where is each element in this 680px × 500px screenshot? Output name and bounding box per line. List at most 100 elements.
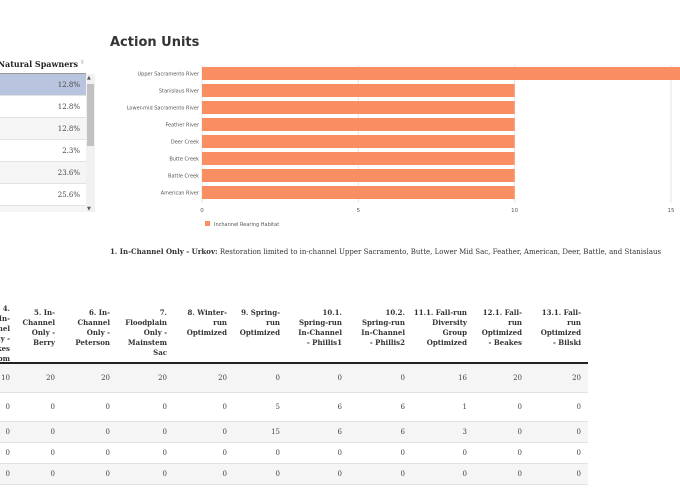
column-header-line: Spring-run <box>361 318 405 327</box>
table-cell: 16 <box>458 374 467 382</box>
table-cell: 0 <box>275 470 280 478</box>
table-cell: 20 <box>572 374 581 382</box>
column-header[interactable]: 13.1. Fall-run Optimized - Bilski <box>525 308 581 348</box>
table-cell: 0 <box>5 470 10 478</box>
table-cell: 0 <box>400 449 405 457</box>
table-cell: 5 <box>275 403 280 411</box>
table-cell: 0 <box>275 374 280 382</box>
column-header-line: Channel <box>77 318 111 327</box>
column-header[interactable]: 8. Winter-run Optimized <box>173 308 227 338</box>
table-cell: 0 <box>5 449 10 457</box>
bar[interactable] <box>202 152 515 165</box>
table-cell: 20 <box>46 374 55 382</box>
column-header[interactable]: 5. In- Channel Only - Berry <box>5 308 56 348</box>
column-header-line: Optimized <box>481 328 522 337</box>
column-header[interactable]: 9. Spring-run Optimized <box>228 308 280 338</box>
column-header[interactable]: 10.2. Spring-run In-Channel - Phillis2 <box>347 308 405 348</box>
bar[interactable] <box>202 186 515 199</box>
x-tick-label: 0 <box>200 208 204 214</box>
column-header-line: Berry <box>33 338 55 347</box>
column-header-line: 12.1. Fall- <box>482 308 522 317</box>
column-header-line: run <box>266 318 280 327</box>
table-row[interactable]: 0 0 0 0 0 15 6 6 3 0 0 <box>0 422 588 443</box>
column-header-line: - Phillis1 <box>306 338 342 347</box>
column-header-line: 10.1. <box>322 308 343 317</box>
table-cell: 0 <box>222 449 227 457</box>
strategy-note: 1. In-Channel Only - Urkov: Restoration … <box>110 247 661 256</box>
chart-title: Action Units <box>110 35 200 50</box>
bar[interactable] <box>202 84 515 97</box>
column-header[interactable]: 12.1. Fall-run Optimized - Beakes <box>470 308 522 348</box>
table-cell: 0 <box>105 403 110 411</box>
column-header-line: Only - <box>31 328 55 337</box>
table-row[interactable]: 10 20 20 20 20 0 0 0 16 20 20 <box>0 364 588 393</box>
table-cell: 0 <box>337 470 342 478</box>
column-header-line: 11.1. Fall-run <box>413 308 467 317</box>
column-header[interactable]: 7. Floodplain Only - Mainstem Sac <box>115 308 167 358</box>
table-cell: 0 <box>162 403 167 411</box>
table-cell: 0 <box>50 470 55 478</box>
column-header-line: Floodplain <box>125 318 167 327</box>
table-cell: 20 <box>158 374 167 382</box>
bar[interactable] <box>202 118 515 131</box>
table-cell: 6 <box>400 403 405 411</box>
table-row[interactable]: 0 0 0 0 0 0 0 0 0 0 0 <box>0 464 588 485</box>
category-label: Lower-mid Sacramento River <box>127 106 200 112</box>
column-header-line: Optimized <box>540 328 581 337</box>
column-header-line: Diversity <box>432 318 467 327</box>
table-cell: 15 <box>271 428 280 436</box>
column-header[interactable]: 10.1. Spring-run In-Channel - Phillis1 <box>286 308 342 348</box>
category-label: Upper Sacramento River <box>137 72 199 78</box>
column-header-line: Only - <box>86 328 110 337</box>
table-cell: 0 <box>517 403 522 411</box>
table-cell: 0 <box>105 449 110 457</box>
table-cell: 6 <box>337 428 342 436</box>
table-cell: 0 <box>576 470 581 478</box>
column-header-line: 6. In- <box>88 308 110 317</box>
table-row[interactable]: 0 0 0 0 0 5 6 6 1 0 0 <box>0 393 588 422</box>
x-tick-label: 10 <box>511 208 518 214</box>
table-cell: 0 <box>462 470 467 478</box>
column-header-line: 9. Spring- <box>241 308 280 317</box>
column-header-line: In-Channel <box>298 328 342 337</box>
legend-swatch[interactable] <box>205 221 210 226</box>
column-header-line: 13.1. Fall- <box>541 308 581 317</box>
table-cell: 0 <box>105 428 110 436</box>
table-cell: 0 <box>517 449 522 457</box>
column-header-line: Spring-run <box>298 318 342 327</box>
legend-label[interactable]: Inchannel Rearing Habitat <box>214 222 279 228</box>
column-header[interactable]: 11.1. Fall-run Diversity Group Optimized <box>407 308 467 348</box>
column-header-line: Mainstem <box>127 338 167 347</box>
table-cell: 0 <box>162 470 167 478</box>
table-cell: 0 <box>337 449 342 457</box>
table-row[interactable]: 0 0 0 0 0 0 0 0 0 0 0 <box>0 443 588 464</box>
table-cell: 0 <box>576 403 581 411</box>
table-cell: 0 <box>162 449 167 457</box>
column-header[interactable]: 6. In- Channel Only - Peterson <box>58 308 110 348</box>
table-cell: 0 <box>162 428 167 436</box>
category-label: Stanislaus River <box>159 89 200 95</box>
table-cell: 0 <box>222 470 227 478</box>
table-cell: 3 <box>462 428 467 436</box>
table-cell: 0 <box>275 449 280 457</box>
bar[interactable] <box>202 67 680 80</box>
column-header-line: Dpm <box>0 354 10 363</box>
table-cell: 0 <box>222 403 227 411</box>
category-label: Feather River <box>165 123 199 129</box>
table-cell: 0 <box>462 449 467 457</box>
table-cell: 0 <box>50 449 55 457</box>
table-cell: 0 <box>400 374 405 382</box>
strategy-table-header: 4.In-ChannelOnly -BeakesDpmDc5. In-Chann… <box>0 300 588 373</box>
table-cell: 0 <box>576 449 581 457</box>
table-cell: 0 <box>105 470 110 478</box>
bar[interactable] <box>202 135 515 148</box>
category-label: Deer Creek <box>171 140 199 146</box>
category-label: Butte Creek <box>169 157 199 163</box>
table-cell: 0 <box>50 428 55 436</box>
table-cell: 0 <box>517 428 522 436</box>
table-cell: 0 <box>400 470 405 478</box>
column-header-line: 10.2. <box>385 308 406 317</box>
bar[interactable] <box>202 101 515 114</box>
column-header-line: Optimized <box>186 328 227 337</box>
bar[interactable] <box>202 169 515 182</box>
